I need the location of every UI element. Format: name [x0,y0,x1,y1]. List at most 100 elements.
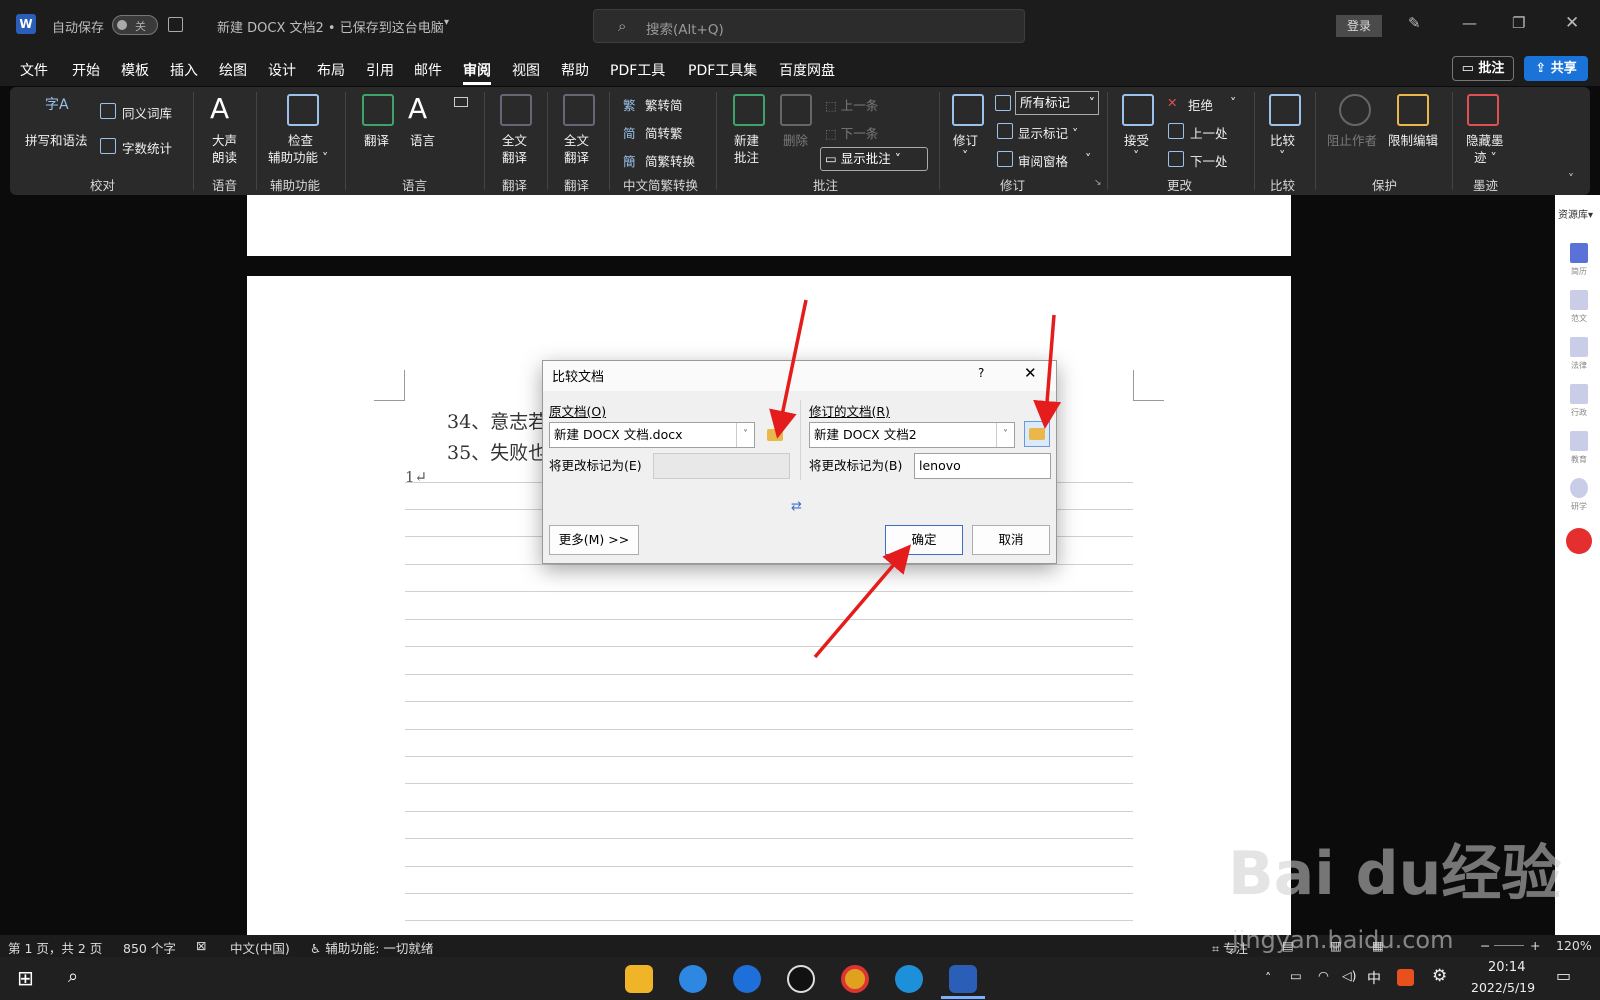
full-translate-label-2[interactable]: 翻译 [502,147,527,166]
red-packet-icon[interactable] [1566,528,1592,554]
language-button[interactable]: 语言 [410,130,435,149]
s2t-button[interactable]: 简转繁 [645,123,683,142]
tab-file[interactable]: 文件 [20,60,48,80]
reject-chevron-down-icon[interactable]: ˅ [1230,95,1236,110]
search-box[interactable]: ⌕ 搜索(Alt+Q) [593,9,1025,43]
doc-line-35[interactable]: 35、失败也 [447,438,547,465]
read-aloud-label-2[interactable]: 朗读 [212,147,237,166]
review-pane-button[interactable]: 审阅窗格 [1018,151,1068,170]
doc-footnote-1[interactable]: 1↵ [405,468,427,486]
settings-gear-icon[interactable]: ⚙ [1432,966,1447,986]
document-title[interactable]: 新建 DOCX 文档2 • 已保存到这台电脑 [217,17,444,36]
ok-button[interactable]: 确定 [885,525,963,555]
share-button[interactable]: ⇪ 共享 [1524,56,1588,81]
keyboard-icon[interactable] [454,97,468,107]
next-change-button[interactable]: 下一处 [1190,151,1228,170]
zoom-in-icon[interactable]: + [1530,938,1540,953]
thesaurus-button[interactable]: 同义词库 [122,103,172,122]
tray-chevron-up-icon[interactable]: ˄ [1265,970,1271,985]
tab-pdf-toolset[interactable]: PDF工具集 [688,60,757,80]
sample-doc-icon[interactable] [1570,290,1588,310]
file-explorer-icon[interactable] [625,965,653,993]
login-button[interactable]: 登录 [1336,15,1382,37]
tab-baidu-netdisk[interactable]: 百度网盘 [779,60,835,80]
more-button[interactable]: 更多(M) >> [549,525,639,555]
language-status[interactable]: 中文(中国) [230,938,290,957]
ime-indicator[interactable]: 中 [1367,968,1381,988]
original-browse-folder-icon[interactable] [767,429,783,441]
delete-comment-button[interactable]: 删除 [783,130,808,149]
edge-icon[interactable] [895,965,923,993]
revised-document-combo[interactable]: 新建 DOCX 文档2 ˅ [809,422,1015,448]
simplified-traditional-convert-button[interactable]: 简繁转换 [645,151,695,170]
page-count[interactable]: 第 1 页，共 2 页 [8,938,102,957]
tab-design[interactable]: 设计 [268,60,296,80]
word-count-button[interactable]: 字数统计 [122,138,172,157]
tab-view[interactable]: 视图 [512,60,540,80]
accessibility-status[interactable]: ♿ 辅助功能: 一切就绪 [310,938,433,957]
help-icon[interactable]: ? [978,366,984,380]
hide-ink-label-2[interactable]: 迹 ˅ [1474,147,1497,166]
next-comment-button[interactable]: ⬚ 下一条 [825,123,878,142]
block-authors-button[interactable]: 阻止作者 [1327,130,1377,149]
chevron-down-icon[interactable]: ˅ [736,423,754,447]
revised-browse-button[interactable] [1024,421,1050,447]
cancel-button[interactable]: 取消 [972,525,1050,555]
clock-time[interactable]: 20:14 [1488,960,1525,975]
compare-button[interactable]: 比较 [1270,130,1295,149]
tab-review[interactable]: 审阅 [463,60,491,85]
previous-change-button[interactable]: 上一处 [1190,123,1228,142]
accept-chevron-down-icon[interactable]: ˅ [1133,148,1139,163]
ribbon-collapse-icon[interactable]: ˅ [1568,172,1574,186]
review-pane-chevron-icon[interactable]: ˅ [1085,151,1091,166]
sogou-ime-icon[interactable] [1397,969,1414,986]
new-comment-label-2[interactable]: 批注 [734,147,759,166]
resume-icon[interactable] [1570,243,1588,263]
ie-browser-icon[interactable] [679,965,707,993]
chevron-down-icon[interactable]: ˅ [996,423,1014,447]
cloud-app-icon[interactable] [733,965,761,993]
dialog-close-icon[interactable]: ✕ [1024,364,1037,382]
tab-home[interactable]: 开始 [72,60,100,80]
resource-panel-header[interactable]: 资源库▾ [1558,206,1593,221]
zoom-slider[interactable] [1494,945,1524,946]
word-count[interactable]: 850 个字 [123,938,176,957]
chrome-icon[interactable] [841,965,869,993]
autosave-toggle[interactable]: 关 [112,15,158,35]
proofing-status-icon[interactable]: ⊠ [196,938,206,953]
tab-mailings[interactable]: 邮件 [414,60,442,80]
admin-icon[interactable] [1570,384,1588,404]
original-document-combo[interactable]: 新建 DOCX 文档.docx ˅ [549,422,755,448]
revised-mark-field[interactable]: lenovo [914,453,1051,479]
t2s-button[interactable]: 繁转简 [645,95,683,114]
previous-comment-button[interactable]: ⬚ 上一条 [825,95,878,114]
title-chevron-down-icon[interactable]: ▾ [444,17,449,28]
tab-help[interactable]: 帮助 [561,60,589,80]
pen-icon[interactable]: ✎ [1408,14,1421,32]
accessibility-check-label-2[interactable]: 辅助功能 ˅ [268,147,328,166]
tab-references[interactable]: 引用 [366,60,394,80]
qq-icon[interactable] [787,965,815,993]
show-markup-button[interactable]: 显示标记 ˅ [1018,123,1078,142]
taskbar-search-icon[interactable]: ⌕ [68,966,78,987]
windows-start-icon[interactable]: ⊞ [17,966,34,990]
swap-documents-icon[interactable]: ⇄ [791,499,802,514]
translate-button[interactable]: 翻译 [364,130,389,149]
battery-icon[interactable]: ▭ [1290,968,1302,983]
zoom-level[interactable]: 120% [1556,938,1592,953]
compare-chevron-down-icon[interactable]: ˅ [1279,148,1285,163]
tab-insert[interactable]: 插入 [170,60,198,80]
close-window-icon[interactable]: ✕ [1565,13,1579,33]
accept-button[interactable]: 接受 [1124,130,1149,149]
doc-line-34[interactable]: 34、意志若 [447,407,547,434]
comments-button[interactable]: ▭ 批注 [1452,56,1514,81]
markup-select[interactable]: 所有标记 ˅ [1015,91,1099,115]
study-icon[interactable] [1570,478,1588,498]
tab-templates[interactable]: 模板 [121,60,149,80]
tab-pdf-tools[interactable]: PDF工具 [610,60,665,80]
restore-icon[interactable]: ❐ [1512,14,1525,32]
full-translate-2-label-2[interactable]: 翻译 [564,147,589,166]
education-icon[interactable] [1570,431,1588,451]
zoom-out-icon[interactable]: − [1480,938,1490,953]
save-icon[interactable] [168,17,183,32]
